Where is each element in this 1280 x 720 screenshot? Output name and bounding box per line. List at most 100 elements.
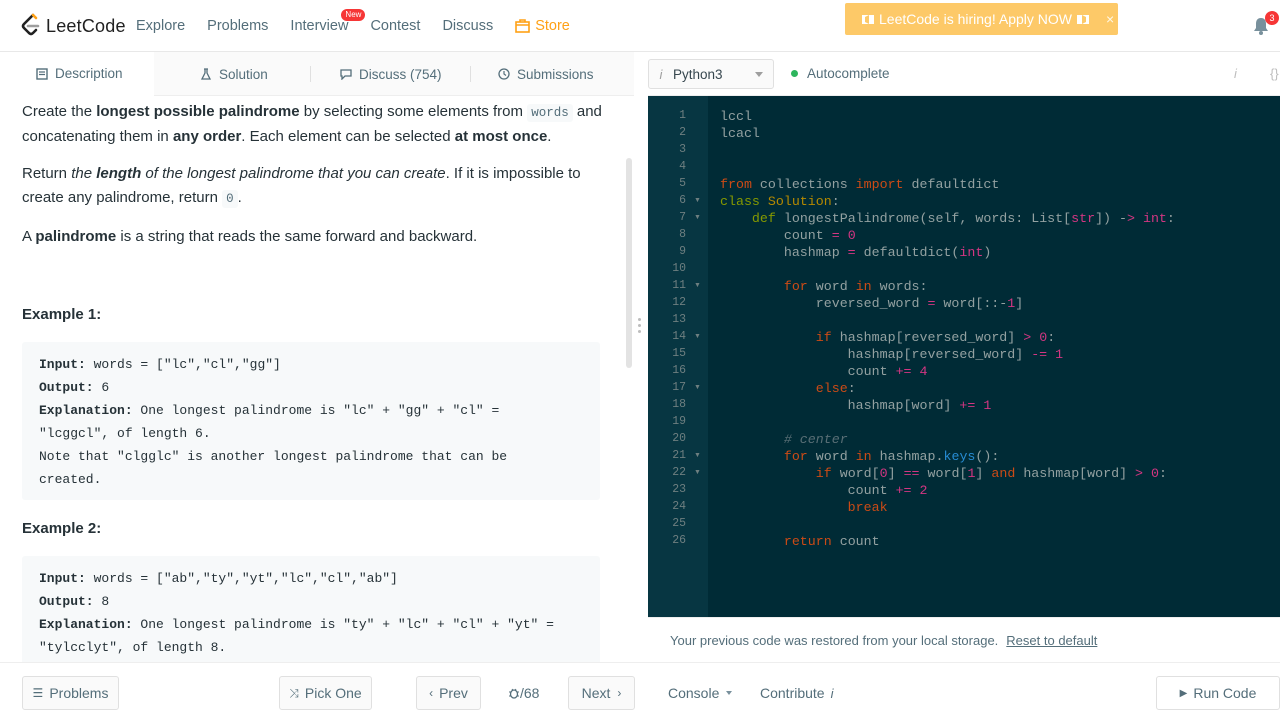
run-code-label: Run Code <box>1193 685 1257 701</box>
autocomplete-label: Autocomplete <box>807 66 890 81</box>
text: . <box>237 189 242 206</box>
language-select[interactable]: i Python3 <box>648 59 774 89</box>
fold-toggle-icon[interactable]: ▼ <box>694 197 701 204</box>
nav-store[interactable]: Store <box>515 18 570 34</box>
fold-toggle-icon[interactable]: ▼ <box>694 452 701 459</box>
run-code-button[interactable]: ▶ Run Code <box>1156 676 1280 710</box>
example-2-box: Input: words = ["ab","ty","yt","lc","cl"… <box>22 556 600 662</box>
flask-icon <box>200 68 212 80</box>
line-number: 19 <box>672 415 686 428</box>
next-button[interactable]: Next › <box>568 676 635 710</box>
tab-description[interactable]: Description <box>0 52 154 96</box>
code-line[interactable]: count = 0 <box>720 227 856 244</box>
code-line[interactable]: break <box>720 499 888 516</box>
braces-icon[interactable]: {} <box>1270 66 1279 81</box>
text: is a string that reads the same forward … <box>116 228 478 245</box>
hiring-banner[interactable]: LeetCode is hiring! Apply NOW × <box>845 3 1118 35</box>
tab-solution[interactable]: Solution <box>154 52 310 96</box>
explanation-line: One longest palindrome is "lc" + "gg" + … <box>132 403 500 418</box>
nav-problems[interactable]: Problems <box>207 18 268 34</box>
problem-page-counter[interactable]: /68 <box>508 685 539 701</box>
example-output: Output: 8 <box>39 594 109 609</box>
line-number: 13 <box>672 313 686 326</box>
line-number: 25 <box>672 517 686 530</box>
explanation-line: Note that "clgglc" is another longest pa… <box>39 449 508 464</box>
fold-toggle-icon[interactable]: ▼ <box>694 333 701 340</box>
language-select-value: Python3 <box>673 66 723 82</box>
fold-toggle-icon[interactable]: ▼ <box>694 469 701 476</box>
code-line[interactable]: return count <box>720 533 880 550</box>
shuffle-icon: ⤨ <box>289 685 299 700</box>
line-number: 6 <box>679 194 686 207</box>
line-number: 26 <box>672 534 686 547</box>
prev-label: Prev <box>439 685 468 701</box>
nav-interview[interactable]: Interview New <box>290 9 366 34</box>
hiring-close-icon[interactable]: × <box>1106 11 1114 27</box>
contribute-button[interactable]: Contribute i <box>760 685 833 701</box>
nav-interview-label: Interview <box>290 18 349 34</box>
inline-code: 0 <box>222 190 238 208</box>
output-value: 8 <box>93 594 110 609</box>
text: Create the <box>22 103 97 120</box>
code-line[interactable]: else: <box>720 380 856 397</box>
line-number: 24 <box>672 500 686 513</box>
chevron-down-icon <box>755 71 763 77</box>
fold-toggle-icon[interactable]: ▼ <box>694 282 701 289</box>
text: by selecting some elements from <box>299 103 528 120</box>
code-line[interactable]: for word in words: <box>720 278 928 295</box>
line-number: 7 <box>679 211 686 224</box>
nav-explore[interactable]: Explore <box>136 18 185 34</box>
panel-resize-handle[interactable] <box>638 318 642 336</box>
nav-contest[interactable]: Contest <box>370 18 420 34</box>
description-paragraph-1: Create the longest possible palindrome b… <box>22 100 602 149</box>
fold-toggle-icon[interactable]: ▼ <box>694 214 701 221</box>
code-line[interactable]: for word in hashmap.keys(): <box>720 448 1000 465</box>
code-line[interactable]: lccl <box>720 108 752 125</box>
fold-toggle-icon[interactable]: ▼ <box>694 384 701 391</box>
code-line[interactable]: if hashmap[reversed_word] > 0: <box>720 329 1055 346</box>
code-line[interactable]: def longestPalindrome(self, words: List[… <box>720 210 1175 227</box>
code-line[interactable]: if word[0] == word[1] and hashmap[word] … <box>720 465 1167 482</box>
code-line[interactable]: reversed_word = word[::-1] <box>720 295 1024 312</box>
leetcode-logo[interactable]: LeetCode <box>20 13 126 39</box>
example-explanation: Explanation: One longest palindrome is "… <box>39 617 554 632</box>
code-line[interactable]: hashmap[reversed_word] -= 1 <box>720 346 1063 363</box>
code-line[interactable]: count += 2 <box>720 482 928 499</box>
code-line[interactable]: hashmap = defaultdict(int) <box>720 244 992 261</box>
nav-discuss[interactable]: Discuss <box>442 18 493 34</box>
language-info-icon[interactable]: i <box>649 67 673 82</box>
tab-discuss[interactable]: Discuss (754) <box>310 52 470 96</box>
description-scrollbar[interactable] <box>626 158 632 368</box>
autocomplete-toggle[interactable]: Autocomplete <box>791 66 890 81</box>
code-editor[interactable]: 1 2 3 4 5 6 ▼ 7 ▼ 8 9 10 11 ▼ 12 13 14 ▼ 15 16 17 ▼ 18 19 20 21 ▼ 2… <box>648 96 1280 617</box>
inline-code: words <box>527 104 573 122</box>
contribute-info-icon: i <box>830 685 834 701</box>
line-number: 4 <box>679 160 686 173</box>
code-line[interactable]: count += 4 <box>720 363 928 380</box>
code-line[interactable]: lcacl <box>720 125 760 142</box>
code-line[interactable]: # center <box>720 431 848 448</box>
console-toggle[interactable]: Console <box>668 685 733 701</box>
output-value: 6 <box>93 380 110 395</box>
prev-button[interactable]: ‹ Prev <box>416 676 481 710</box>
chevron-left-icon: ‹ <box>429 686 434 700</box>
console-label: Console <box>668 685 720 701</box>
code-line[interactable]: from collections import defaultdict <box>720 176 999 193</box>
input-label: Input: <box>39 357 86 372</box>
description-paragraph-2: Return the length of the longest palindr… <box>22 162 602 211</box>
tab-submissions[interactable]: Submissions <box>470 52 634 96</box>
example-1-box: Input: words = ["lc","cl","gg"] Output: … <box>22 342 600 500</box>
info-icon[interactable]: i <box>1234 66 1237 81</box>
line-number: 15 <box>672 347 686 360</box>
problems-button[interactable]: ☰ Problems <box>22 676 119 710</box>
pick-one-button[interactable]: ⤨ Pick One <box>279 676 372 710</box>
chevron-right-icon: › <box>617 686 622 700</box>
code-line[interactable]: hashmap[word] += 1 <box>720 397 992 414</box>
line-number: 8 <box>679 228 686 241</box>
code-line[interactable]: class Solution: <box>720 193 840 210</box>
description-paragraph-3: A palindrome is a string that reads the … <box>22 225 602 249</box>
example-output: Output: 6 <box>39 380 109 395</box>
example-input: Input: words = ["lc","cl","gg"] <box>39 357 281 372</box>
reset-to-default-link[interactable]: Reset to default <box>1006 633 1097 648</box>
speaker-icon <box>862 15 874 24</box>
